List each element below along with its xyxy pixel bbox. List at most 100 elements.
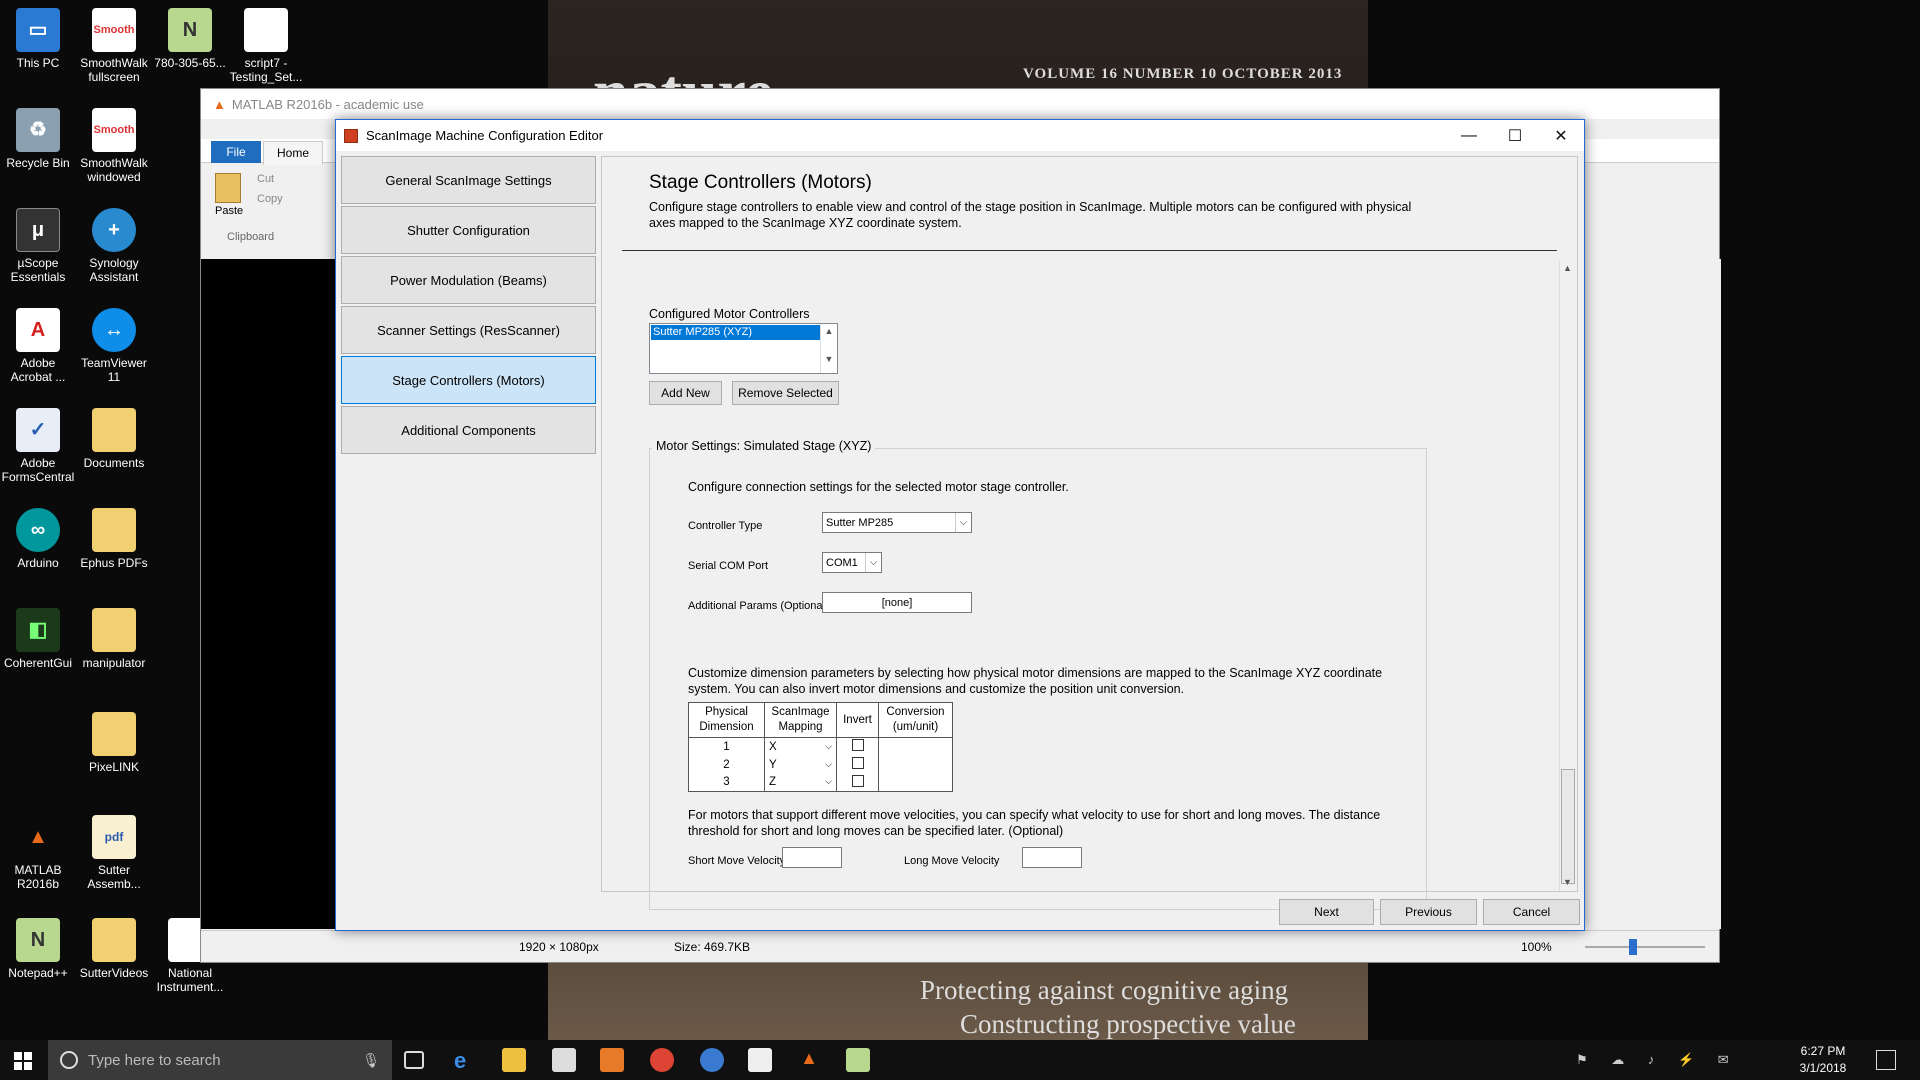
conversion-cell[interactable]: [878, 737, 953, 756]
mail-icon[interactable]: [748, 1048, 772, 1072]
matlab-taskbar-icon[interactable]: ▲: [797, 1048, 821, 1072]
desktop-icon-notepadpp[interactable]: N Notepad++: [0, 918, 76, 980]
desktop-icon-sutter-assembly[interactable]: pdf Sutter Assemb...: [76, 815, 152, 891]
minimize-icon[interactable]: —: [1446, 120, 1492, 151]
paste-button[interactable]: Paste: [215, 205, 243, 217]
next-button[interactable]: Next: [1279, 899, 1374, 925]
controller-type-select[interactable]: Sutter MP285 ⌵: [822, 512, 972, 533]
mapping-cell[interactable]: Z ⌵: [764, 773, 837, 792]
scroll-up-icon[interactable]: ▲: [821, 326, 837, 336]
dialog-titlebar[interactable]: ScanImage Machine Configuration Editor —…: [336, 120, 1584, 151]
copy-button[interactable]: Copy: [257, 193, 283, 205]
add-new-button[interactable]: Add New: [649, 381, 722, 405]
notifications-icon[interactable]: [1876, 1050, 1896, 1070]
close-icon[interactable]: ✕: [1538, 120, 1584, 151]
com-port-label: Serial COM Port: [688, 560, 769, 572]
microphone-icon[interactable]: 🎙: [362, 1052, 380, 1069]
nav-stage-controllers[interactable]: Stage Controllers (Motors): [341, 356, 596, 404]
desktop-icon-teamviewer[interactable]: ↔ TeamViewer 11: [76, 308, 152, 384]
short-velocity-input[interactable]: [782, 847, 842, 868]
windows-start-icon[interactable]: [14, 1052, 32, 1070]
dimension-table[interactable]: Physical Dimension ScanImage Mapping Inv…: [688, 702, 953, 792]
desktop-icon-smoothwalk-fullscreen[interactable]: Smooth SmoothWalk fullscreen: [76, 8, 152, 84]
chevron-down-icon[interactable]: ⌵: [865, 553, 881, 572]
desktop-icon-script7[interactable]: script7 - Testing_Set...: [228, 8, 304, 84]
zoom-slider-thumb[interactable]: [1629, 939, 1637, 955]
chevron-down-icon[interactable]: ⌵: [825, 741, 832, 752]
motor-settings-legend: Motor Settings: Simulated Stage (XYZ): [652, 439, 876, 453]
invert-checkbox[interactable]: [851, 757, 864, 769]
media-player-icon[interactable]: [600, 1048, 624, 1072]
desktop-icon-recycle-bin[interactable]: ♻ Recycle Bin: [0, 108, 76, 170]
additional-params-input[interactable]: [none]: [822, 592, 972, 613]
chevron-down-icon[interactable]: ⌵: [825, 759, 832, 770]
invert-checkbox[interactable]: [851, 739, 864, 752]
cancel-button[interactable]: Cancel: [1483, 899, 1580, 925]
controller-type-value: Sutter MP285: [826, 516, 894, 529]
long-velocity-label: Long Move Velocity: [904, 855, 1000, 867]
conversion-cell[interactable]: [878, 755, 953, 774]
desktop-icon-780[interactable]: N 780-305-65...: [152, 8, 228, 70]
previous-button[interactable]: Previous: [1380, 899, 1477, 925]
desktop-icon-manipulator[interactable]: manipulator: [76, 608, 152, 670]
zoom-level: 100%: [1521, 940, 1552, 954]
desktop-icon-uscope[interactable]: μ µScope Essentials: [0, 208, 76, 284]
dim-cell: 3: [688, 773, 765, 792]
scrollbar-thumb[interactable]: [1561, 769, 1575, 884]
desktop-icon-formscentral[interactable]: ✓ Adobe FormsCentral: [0, 408, 76, 484]
desktop-icon-smoothwalk-windowed[interactable]: Smooth SmoothWalk windowed: [76, 108, 152, 184]
list-item[interactable]: Sutter MP285 (XYZ): [651, 325, 820, 340]
nav-scanner-settings[interactable]: Scanner Settings (ResScanner): [341, 306, 596, 354]
matlab-tab-home[interactable]: Home: [263, 141, 323, 165]
desktop-icon-ephus-pdfs[interactable]: Ephus PDFs: [76, 508, 152, 570]
scroll-up-icon[interactable]: ▲: [1563, 263, 1572, 273]
scanimage-config-dialog[interactable]: ScanImage Machine Configuration Editor —…: [335, 119, 1585, 931]
nav-additional-components[interactable]: Additional Components: [341, 406, 596, 454]
long-velocity-input[interactable]: [1022, 847, 1082, 868]
desktop-icon-acrobat[interactable]: A Adobe Acrobat ...: [0, 308, 76, 384]
chevron-down-icon[interactable]: ⌵: [955, 513, 971, 532]
search-box[interactable]: Type here to search 🎙: [48, 1040, 392, 1080]
configured-controllers-list[interactable]: Sutter MP285 (XYZ) ▲ ▼: [649, 323, 838, 374]
conversion-cell[interactable]: [878, 773, 953, 792]
desktop-icon-coherent[interactable]: ◧ CoherentGui: [0, 608, 76, 670]
desktop-icon-arduino[interactable]: ∞ Arduino: [0, 508, 76, 570]
remove-selected-button[interactable]: Remove Selected: [732, 381, 839, 405]
content-scrollbar[interactable]: ▲ ▼: [1559, 261, 1575, 891]
maximize-icon[interactable]: ☐: [1492, 120, 1538, 151]
paste-icon[interactable]: [215, 173, 241, 203]
nav-power-modulation[interactable]: Power Modulation (Beams): [341, 256, 596, 304]
additional-params-label: Additional Params (Optional): [688, 600, 829, 612]
chrome-icon[interactable]: [650, 1048, 674, 1072]
desktop-icon-pixelink[interactable]: PixeLINK: [76, 712, 152, 774]
file-explorer-icon[interactable]: [502, 1048, 526, 1072]
matlab-status-bar: 1920 × 1080px Size: 469.7KB 100%: [201, 930, 1719, 962]
cut-button[interactable]: Cut: [257, 173, 274, 185]
system-tray[interactable]: ⚑ ☁ ♪ ⚡ ✉: [1576, 1052, 1739, 1068]
invert-checkbox[interactable]: [851, 774, 864, 787]
matlab-tab-file[interactable]: File: [211, 141, 261, 163]
scroll-down-icon[interactable]: ▼: [821, 354, 837, 364]
nav-shutter-configuration[interactable]: Shutter Configuration: [341, 206, 596, 254]
desktop-icon-matlab[interactable]: ▲ MATLAB R2016b: [0, 815, 76, 891]
notepadpp-taskbar-icon[interactable]: [846, 1048, 870, 1072]
edge-icon[interactable]: e: [454, 1048, 478, 1073]
folder-icon: [92, 508, 136, 552]
desktop-icon-this-pc[interactable]: ▭ This PC: [0, 8, 76, 70]
task-view-icon[interactable]: [404, 1051, 424, 1069]
matlab-titlebar[interactable]: ▲ MATLAB R2016b - academic use: [201, 89, 1719, 119]
zoom-slider[interactable]: [1585, 939, 1705, 955]
com-port-select[interactable]: COM1 ⌵: [822, 552, 882, 573]
clock[interactable]: 6:27 PM 3/1/2018: [1785, 1043, 1861, 1077]
desktop-icon-suttervideos[interactable]: SutterVideos: [76, 918, 152, 980]
list-scrollbar[interactable]: ▲ ▼: [820, 324, 837, 373]
chevron-down-icon[interactable]: ⌵: [825, 776, 832, 787]
pinned-app-icon[interactable]: [700, 1048, 724, 1072]
nav-general-settings[interactable]: General ScanImage Settings: [341, 156, 596, 204]
desktop-icon-synology[interactable]: + Synology Assistant: [76, 208, 152, 284]
desktop-icon-documents[interactable]: Documents: [76, 408, 152, 470]
mapping-cell[interactable]: X ⌵: [764, 737, 837, 756]
mapping-cell[interactable]: Y ⌵: [764, 755, 837, 774]
store-icon[interactable]: [552, 1048, 576, 1072]
scroll-down-icon[interactable]: ▼: [1563, 877, 1572, 887]
